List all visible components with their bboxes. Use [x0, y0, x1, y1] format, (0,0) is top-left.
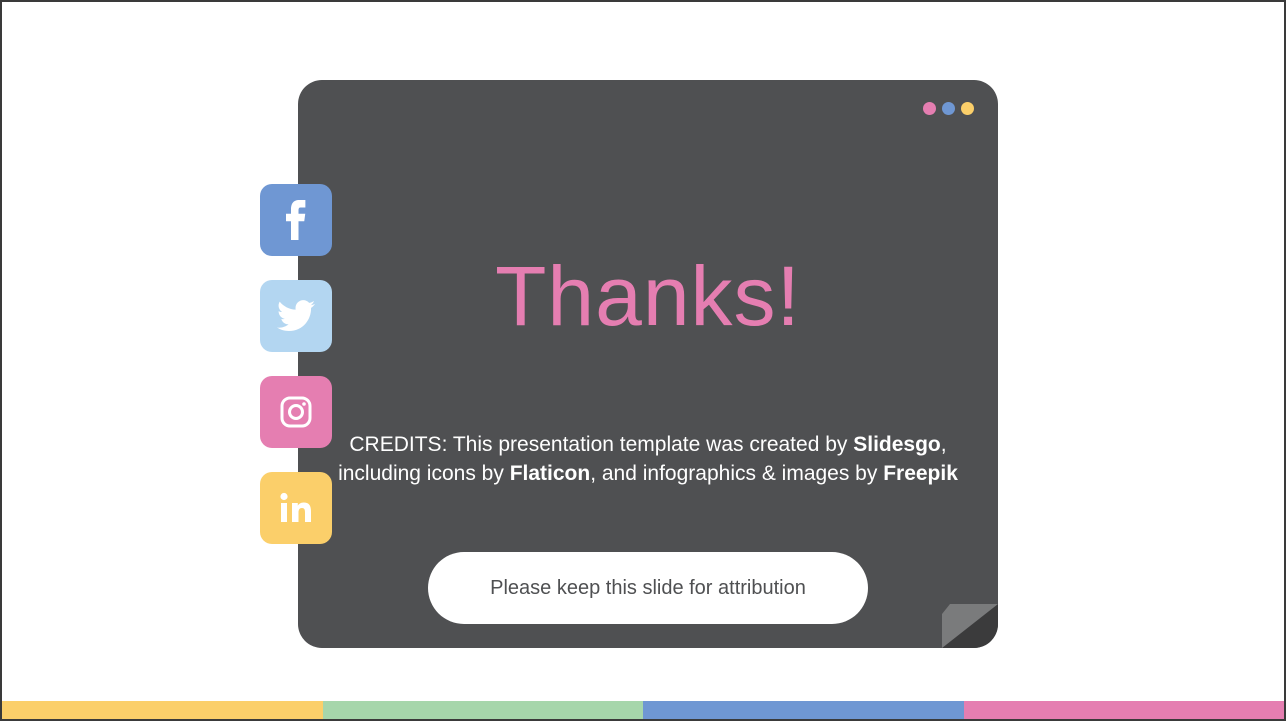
- twitter-icon: [277, 300, 315, 332]
- yellow-dot: [961, 102, 974, 115]
- bar-pink: [963, 701, 1284, 719]
- credits-text: CREDITS: This presentation template was …: [328, 430, 968, 488]
- bar-blue: [643, 701, 964, 719]
- blue-dot: [942, 102, 955, 115]
- slidesgo-link[interactable]: Slidesgo: [853, 433, 941, 456]
- bottom-color-bar: [2, 701, 1284, 719]
- attribution-button[interactable]: Please keep this slide for attribution: [428, 552, 868, 624]
- credits-middle2: , and infographics & images by: [590, 462, 884, 485]
- flaticon-link[interactable]: Flaticon: [510, 462, 591, 485]
- bar-green: [322, 701, 643, 719]
- instagram-button[interactable]: [260, 376, 332, 448]
- thanks-title: Thanks!: [495, 249, 801, 343]
- slide: Thanks! CREDITS: This presentation templ…: [0, 0, 1286, 721]
- linkedin-button[interactable]: [260, 472, 332, 544]
- instagram-icon: [280, 396, 312, 428]
- credits-prefix: CREDITS: This presentation template was …: [349, 433, 854, 456]
- thanks-card: Thanks! CREDITS: This presentation templ…: [298, 80, 998, 648]
- pink-dot: [923, 102, 936, 115]
- facebook-icon: [286, 200, 306, 240]
- twitter-button[interactable]: [260, 280, 332, 352]
- bar-yellow: [2, 701, 323, 719]
- page-fold-corner: [942, 604, 998, 648]
- linkedin-icon: [280, 492, 311, 522]
- freepik-link[interactable]: Freepik: [883, 462, 958, 485]
- window-dots: [923, 102, 974, 115]
- facebook-button[interactable]: [260, 184, 332, 256]
